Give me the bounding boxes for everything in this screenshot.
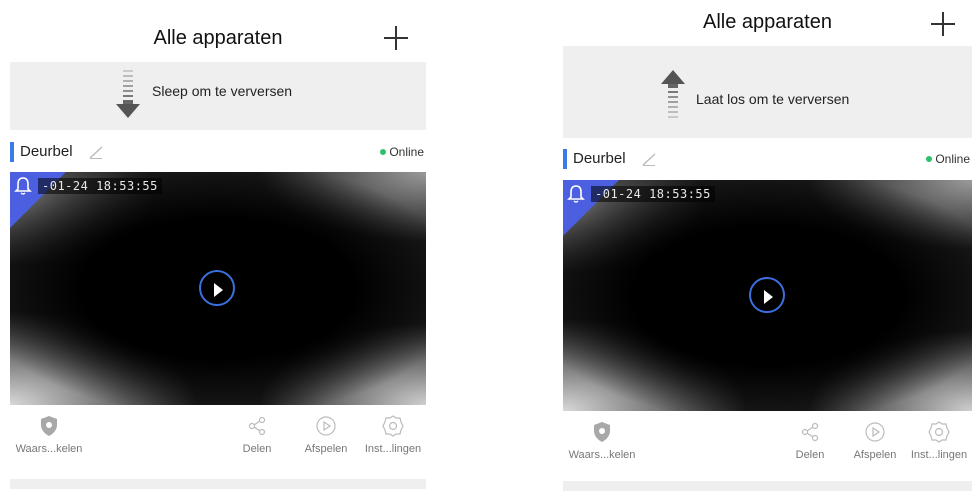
action-label: Delen — [795, 449, 825, 461]
add-device-button[interactable] — [929, 10, 957, 38]
bell-icon — [14, 177, 32, 195]
playback-icon — [865, 422, 885, 442]
device-header: Deurbel Online — [10, 140, 426, 164]
device-accent-bar — [10, 142, 14, 162]
share-icon — [801, 422, 819, 442]
action-label: Inst...lingen — [910, 449, 968, 461]
action-label: Waars...kelen — [15, 443, 83, 455]
action-label: Inst...lingen — [364, 443, 422, 455]
playback-button[interactable]: Afspelen — [298, 415, 354, 455]
shield-icon — [594, 422, 610, 442]
device-name: Deurbel — [20, 143, 73, 160]
arrow-up-icon — [661, 70, 685, 118]
page-title: Alle apparaten — [703, 11, 832, 33]
play-icon — [764, 290, 773, 304]
status-text: Online — [389, 145, 424, 159]
play-button[interactable] — [199, 270, 235, 306]
video-timestamp: -01-24 18:53:55 — [591, 186, 715, 202]
screen-release-to-refresh: Alle apparaten Laat los om te verversen … — [563, 0, 972, 493]
action-label: Afspelen — [853, 449, 897, 461]
status-text: Online — [935, 152, 970, 166]
edit-pencil-icon[interactable] — [88, 144, 104, 160]
play-button[interactable] — [749, 277, 785, 313]
section-divider — [563, 481, 972, 491]
pull-refresh-text: Laat los om te verversen — [696, 91, 850, 107]
playback-icon — [316, 416, 336, 436]
edit-pencil-icon[interactable] — [641, 151, 657, 167]
share-button[interactable]: Delen — [787, 421, 833, 461]
share-button[interactable]: Delen — [234, 415, 280, 455]
pull-refresh-banner: Laat los om te verversen — [563, 46, 972, 138]
alarm-toggle-button[interactable]: Waars...kelen — [10, 415, 88, 455]
action-label: Waars...kelen — [568, 449, 636, 461]
alarm-toggle-button[interactable]: Waars...kelen — [563, 421, 641, 461]
settings-button[interactable]: Inst...lingen — [362, 415, 424, 455]
online-dot-icon — [380, 149, 387, 155]
section-divider — [10, 479, 426, 489]
screen-pull-to-refresh: Alle apparaten Sleep om te verversen Deu… — [10, 0, 426, 493]
video-timestamp: -01-24 18:53:55 — [38, 178, 162, 194]
playback-button[interactable]: Afspelen — [847, 421, 903, 461]
video-preview[interactable]: -01-24 18:53:55 — [563, 180, 972, 411]
gear-icon — [928, 421, 950, 443]
header: Alle apparaten — [10, 0, 426, 62]
status-badge: Online — [380, 145, 424, 159]
action-label: Delen — [242, 443, 272, 455]
action-label: Afspelen — [304, 443, 348, 455]
page-title: Alle apparaten — [153, 27, 283, 49]
device-accent-bar — [563, 149, 567, 169]
share-icon — [248, 416, 266, 436]
online-dot-icon — [926, 156, 933, 162]
pull-refresh-text: Sleep om te verversen — [152, 83, 293, 99]
settings-button[interactable]: Inst...lingen — [908, 421, 970, 461]
shield-icon — [41, 416, 57, 436]
device-actions: Waars...kelen Delen Afspelen Inst...ling… — [10, 415, 426, 479]
gear-icon — [382, 415, 404, 437]
pull-refresh-banner: Sleep om te verversen — [10, 62, 426, 130]
device-name: Deurbel — [573, 150, 626, 167]
status-badge: Online — [926, 152, 970, 166]
add-device-button[interactable] — [382, 24, 410, 52]
arrow-down-icon — [116, 70, 140, 118]
bell-icon — [567, 185, 585, 203]
device-header: Deurbel Online — [563, 147, 972, 171]
device-actions: Waars...kelen Delen Afspelen Inst...ling… — [563, 421, 972, 485]
video-preview[interactable]: -01-24 18:53:55 — [10, 172, 426, 405]
play-icon — [214, 283, 223, 297]
